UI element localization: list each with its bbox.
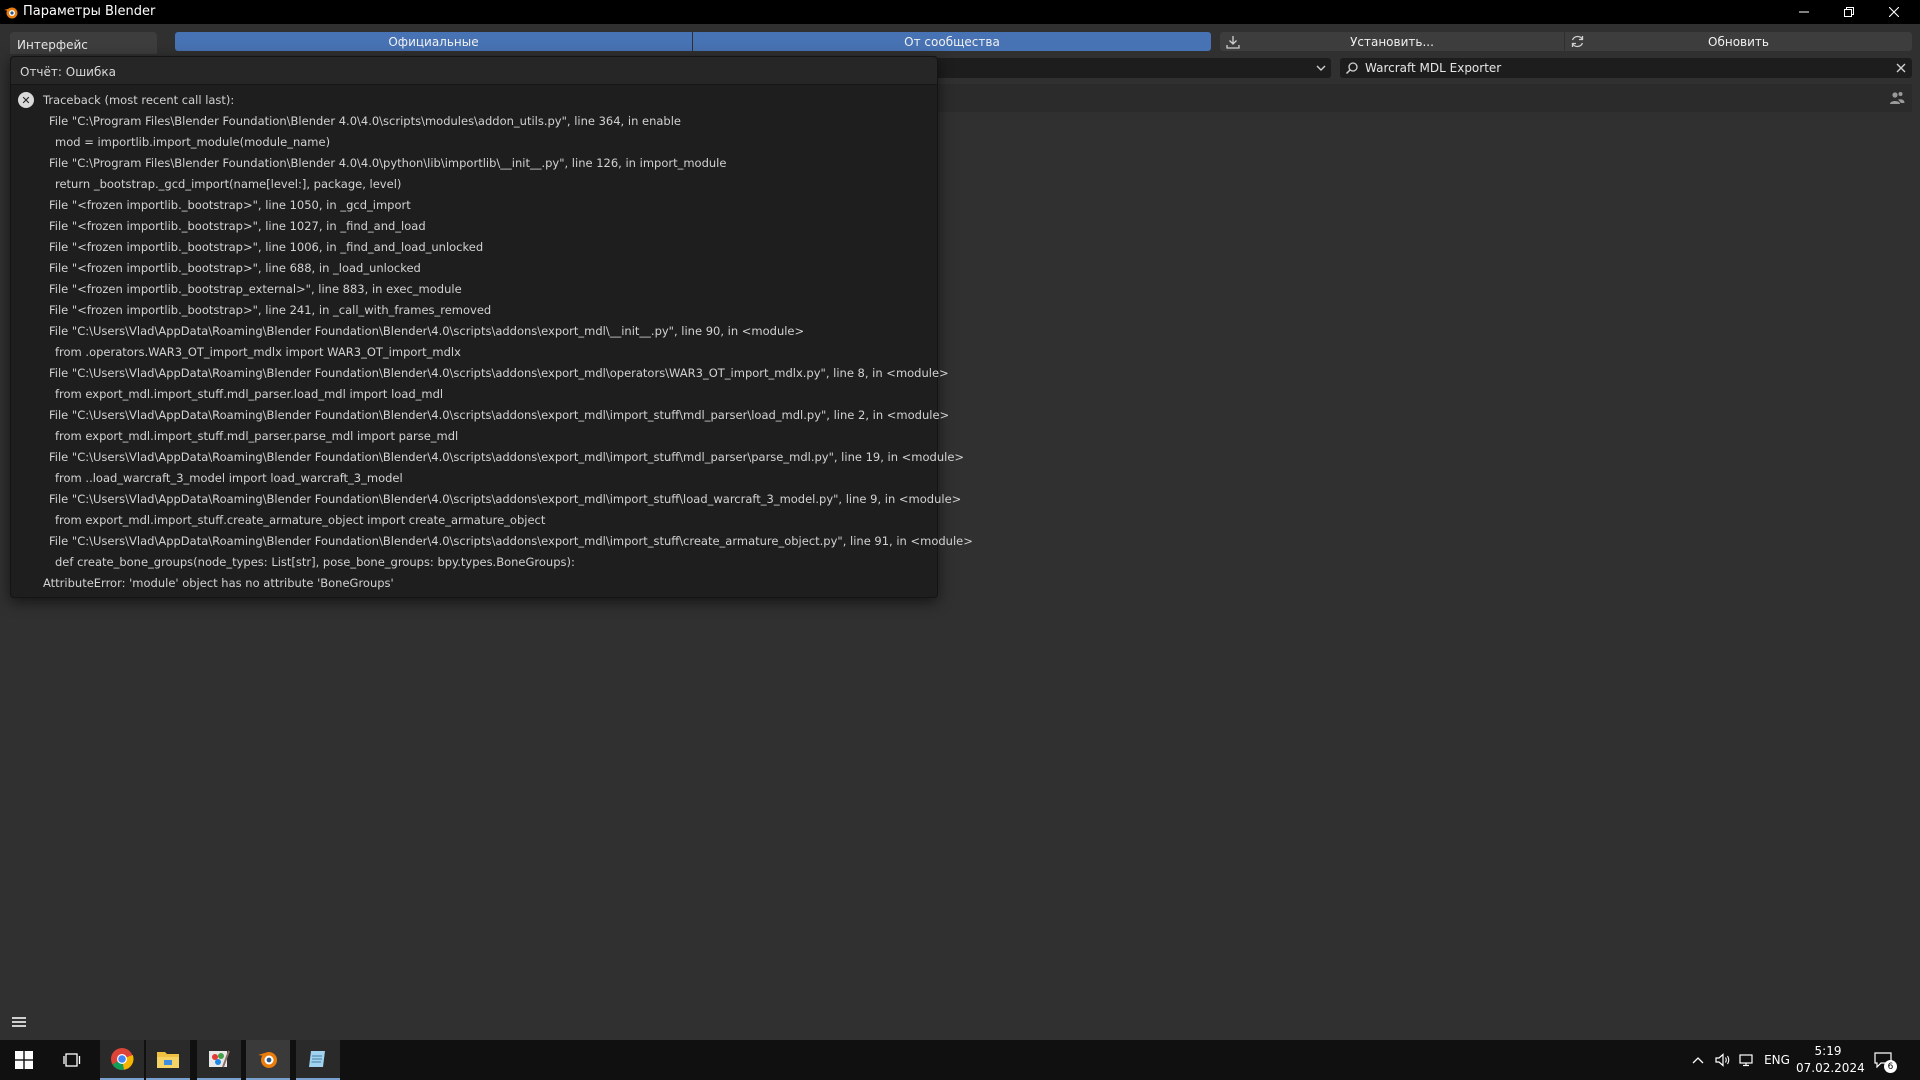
notification-count-badge: 6 — [1884, 1060, 1897, 1073]
traceback-line: File "C:\Program Files\Blender Foundatio… — [49, 114, 681, 128]
minimize-icon — [1798, 11, 1809, 13]
traceback-line: File "C:\Users\Vlad\AppData\Roaming\Blen… — [49, 408, 950, 422]
taskbar-explorer[interactable] — [146, 1040, 190, 1080]
volume-button[interactable] — [1712, 1040, 1734, 1080]
clock[interactable]: 5:19 07.02.2024 — [1796, 1043, 1865, 1079]
traceback-line: from ..load_warcraft_3_model import load… — [55, 471, 403, 485]
sidebar-item-interface[interactable]: Интерфейс — [10, 32, 157, 54]
traceback-line: File "C:\Users\Vlad\AppData\Roaming\Blen… — [49, 450, 965, 464]
speaker-icon — [1715, 1053, 1730, 1067]
windows-icon — [15, 1051, 33, 1069]
traceback-text: Traceback (most recent call last): File "… — [43, 92, 973, 596]
refresh-icon — [1571, 35, 1584, 48]
traceback-line: from export_mdl.import_stuff.create_arma… — [55, 513, 546, 527]
search-icon — [1345, 62, 1358, 75]
tab-community[interactable]: От сообщества — [693, 32, 1211, 51]
report-title: Отчёт: Ошибка — [11, 57, 937, 85]
tray-overflow-button[interactable] — [1688, 1040, 1708, 1080]
traceback-line: from export_mdl.import_stuff.mdl_parser.… — [55, 387, 444, 401]
task-view-button[interactable] — [50, 1040, 94, 1080]
window-title: Параметры Blender — [23, 4, 156, 19]
traceback-line: File "<frozen importlib._bootstrap>", li… — [49, 219, 426, 233]
traceback-line: File "<frozen importlib._bootstrap>", li… — [49, 240, 484, 254]
minimize-button[interactable] — [1781, 0, 1826, 24]
traceback-line: File "C:\Users\Vlad\AppData\Roaming\Blen… — [49, 534, 973, 548]
notepad-icon — [309, 1051, 325, 1067]
taskbar-blender[interactable] — [246, 1040, 290, 1080]
traceback-line: return _bootstrap._gcd_import(name[level… — [55, 177, 402, 191]
blender-logo-icon — [4, 7, 18, 19]
traceback-line: File "C:\Users\Vlad\AppData\Roaming\Blen… — [49, 366, 949, 380]
clock-date: 07.02.2024 — [1796, 1061, 1865, 1075]
taskbar-chrome[interactable] — [100, 1040, 144, 1080]
search-field[interactable]: Warcraft MDL Exporter — [1340, 58, 1912, 78]
chevron-down-icon — [1316, 65, 1326, 71]
error-report-popup: Отчёт: Ошибка ✕ Traceback (most recent c… — [10, 56, 973, 598]
install-label: Установить... — [1350, 34, 1434, 49]
traceback-line: File "<frozen importlib._bootstrap>", li… — [49, 303, 492, 317]
traceback-line: from export_mdl.import_stuff.mdl_parser.… — [55, 429, 459, 443]
restore-icon — [1843, 7, 1854, 17]
folder-icon — [157, 1052, 179, 1068]
tab-official[interactable]: Официальные — [175, 32, 692, 51]
error-icon: ✕ — [18, 92, 34, 108]
traceback-line: File "C:\Users\Vlad\AppData\Roaming\Blen… — [49, 492, 962, 506]
traceback-line: def create_bone_groups(node_types: List[… — [55, 555, 575, 569]
paint-icon — [209, 1050, 230, 1068]
traceback-line: AttributeError: 'module' object has no a… — [43, 576, 394, 590]
menu-icon[interactable] — [12, 1015, 28, 1029]
traceback-line: File "<frozen importlib._bootstrap>", li… — [49, 261, 421, 275]
install-button[interactable]: Установить... — [1220, 32, 1564, 51]
traceback-line: mod = importlib.import_module(module_nam… — [55, 135, 331, 149]
start-button[interactable] — [2, 1040, 46, 1080]
close-button[interactable] — [1871, 0, 1916, 24]
taskbar: ENG 5:19 07.02.2024 6 — [0, 1040, 1920, 1080]
refresh-button[interactable]: Обновить — [1565, 32, 1912, 51]
restore-button[interactable] — [1826, 0, 1871, 24]
community-icon — [1890, 92, 1905, 104]
task-view-icon — [63, 1053, 81, 1067]
close-icon — [1888, 7, 1899, 17]
notifications-button[interactable]: 6 — [1868, 1040, 1898, 1080]
download-icon — [1226, 36, 1240, 49]
refresh-label: Обновить — [1708, 34, 1769, 49]
window-titlebar: Параметры Blender — [0, 0, 1920, 24]
traceback-line: File "C:\Users\Vlad\AppData\Roaming\Blen… — [49, 324, 805, 338]
clear-search-icon[interactable] — [1896, 63, 1906, 73]
traceback-line: File "C:\Program Files\Blender Foundatio… — [49, 156, 727, 170]
category-dropdown[interactable] — [935, 58, 1331, 78]
chrome-icon — [111, 1048, 134, 1070]
traceback-line: Traceback (most recent call last): — [43, 93, 235, 107]
network-button[interactable] — [1736, 1040, 1758, 1080]
traceback-line: File "<frozen importlib._bootstrap_exter… — [49, 282, 462, 296]
blender-icon — [258, 1052, 277, 1068]
network-icon — [1739, 1054, 1753, 1067]
language-indicator[interactable]: ENG — [1760, 1040, 1794, 1080]
taskbar-notepad[interactable] — [296, 1040, 340, 1080]
chevron-up-icon — [1692, 1057, 1704, 1064]
traceback-line: from .operators.WAR3_OT_import_mdlx impo… — [55, 345, 461, 359]
clock-time: 5:19 — [1814, 1044, 1842, 1058]
addon-list-row — [935, 84, 1912, 112]
taskbar-paint[interactable] — [197, 1040, 241, 1080]
search-input[interactable]: Warcraft MDL Exporter — [1365, 61, 1501, 75]
traceback-line: File "<frozen importlib._bootstrap>", li… — [49, 198, 411, 212]
